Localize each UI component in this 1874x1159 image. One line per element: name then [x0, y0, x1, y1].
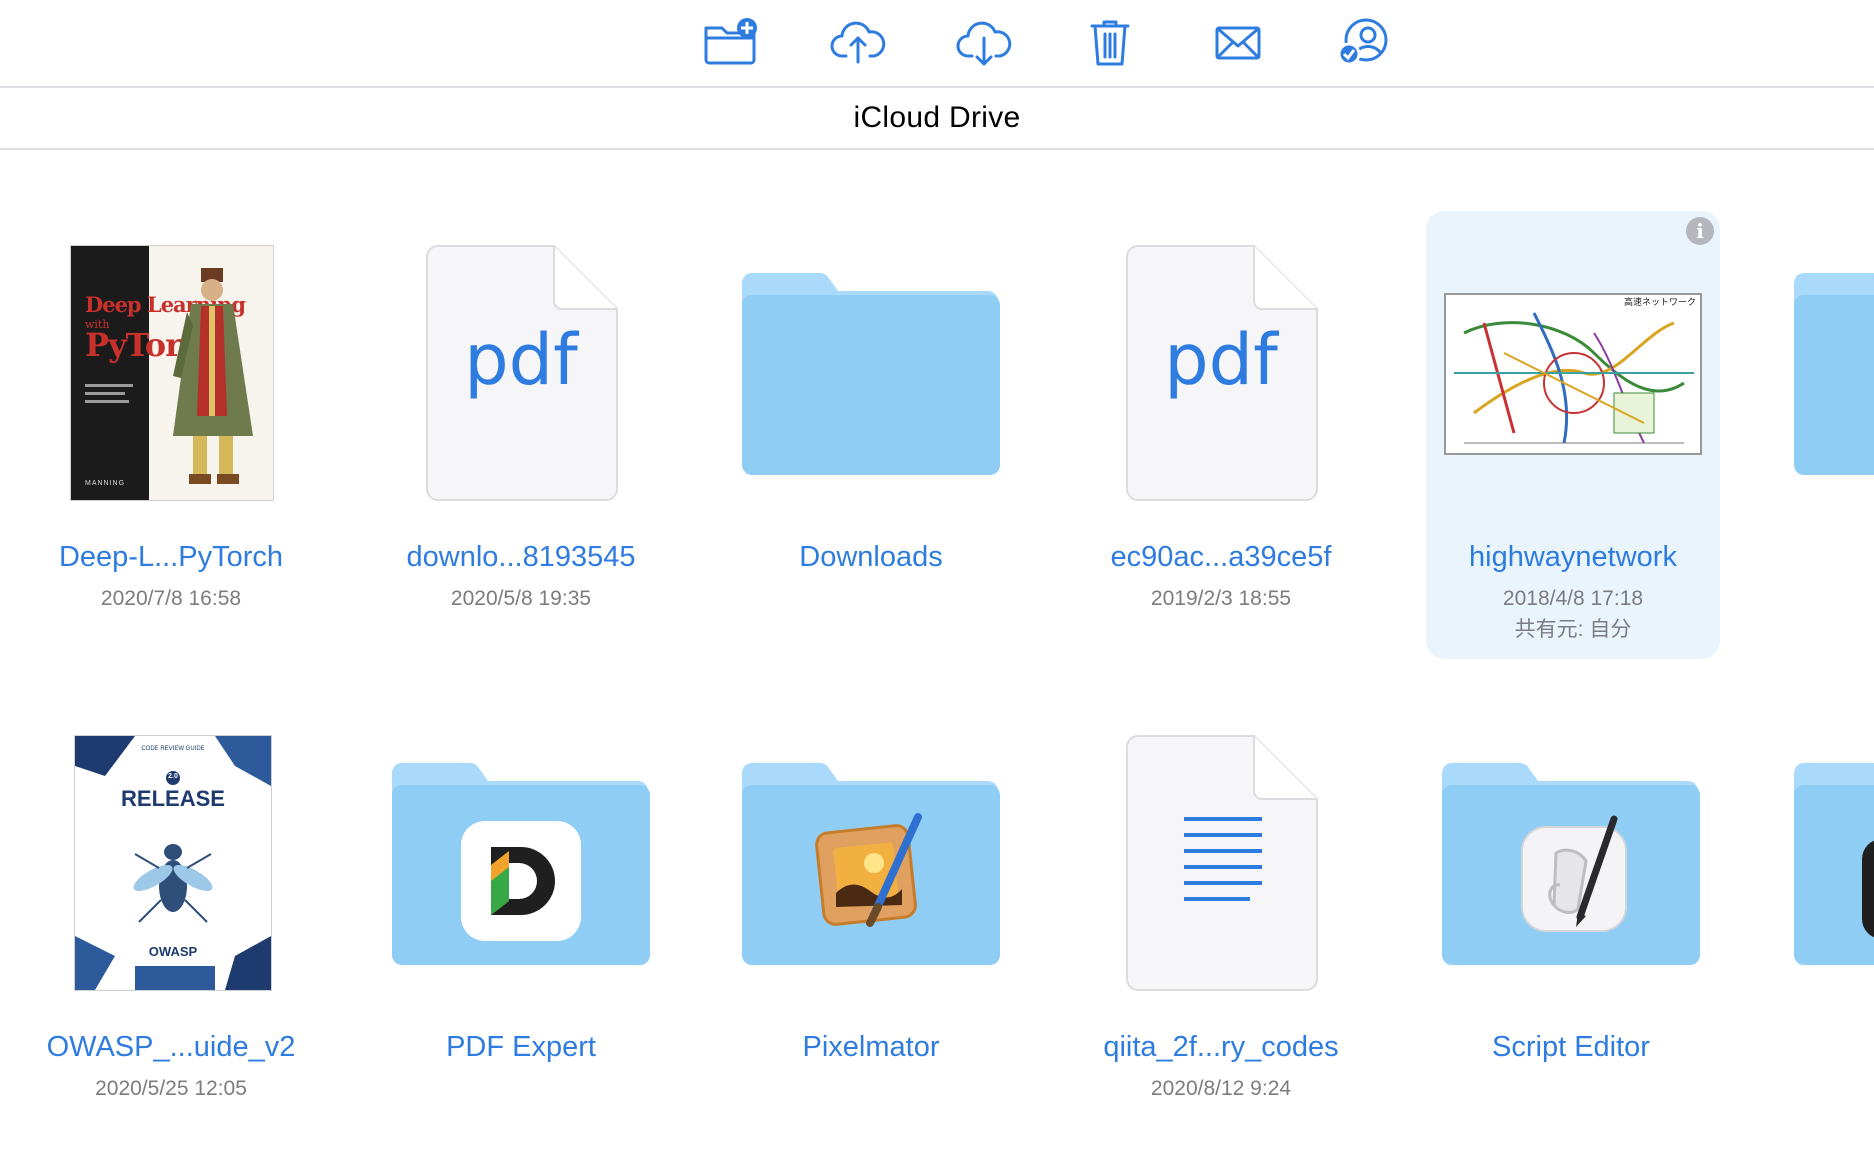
location-title-bar: iCloud Drive	[0, 88, 1874, 150]
toolbar	[0, 0, 1874, 88]
release-cover: CODE REVIEW GUIDE 2.0 RELEASE OWASP	[74, 735, 272, 991]
file-name: highwaynetwork	[1469, 541, 1677, 573]
file-date: 2018/4/8 17:18	[1502, 587, 1644, 610]
file-thumbnail: 高速ネットワーク	[1426, 229, 1716, 529]
new-folder-icon[interactable]	[700, 14, 760, 70]
figure-illustration	[173, 268, 253, 484]
page-title: iCloud Drive	[853, 101, 1021, 134]
file-date: 2020/5/25 12:05	[95, 1077, 247, 1100]
share-person-icon[interactable]	[1334, 14, 1394, 70]
folder-item-pixelmator[interactable]: Pixelmator	[726, 719, 1016, 1159]
pdf-expert-app-icon	[461, 821, 581, 941]
script-editor-app-icon	[1521, 815, 1627, 932]
file-item-pdf-download[interactable]: pdf downlo...8193545 2020/5/8 19:35	[376, 229, 666, 669]
folder-thumbnail	[376, 719, 666, 1019]
file-item-qiita[interactable]: qiita_2f...ry_codes 2020/8/12 9:24	[1076, 719, 1366, 1159]
folder-name: Pixelmator	[802, 1031, 940, 1063]
folder-item-partial[interactable]	[1794, 273, 1874, 475]
file-date: 2019/2/3 18:55	[1150, 587, 1292, 610]
file-item-owasp[interactable]: CODE REVIEW GUIDE 2.0 RELEASE OWASP OWAS…	[26, 719, 316, 1159]
file-thumbnail: pdf	[376, 229, 666, 529]
pdf-badge: pdf	[464, 319, 578, 401]
file-name: OWASP_...uide_v2	[46, 1031, 296, 1063]
highway-map-image: 高速ネットワーク	[1444, 293, 1702, 455]
folder-thumbnail	[1426, 719, 1716, 1019]
book-cover: Deep Learning with PyTorch MANNING	[70, 245, 274, 501]
folder-thumbnail	[726, 719, 1016, 1019]
file-name: downlo...8193545	[406, 541, 636, 573]
folder-item-script-editor[interactable]: Script Editor	[1426, 719, 1716, 1159]
pixelmator-app-icon	[815, 813, 922, 927]
file-name: ec90ac...a39ce5f	[1110, 541, 1332, 573]
download-icon[interactable]	[954, 14, 1014, 70]
folder-name: PDF Expert	[446, 1031, 596, 1063]
file-date: 2020/7/8 16:58	[100, 587, 242, 610]
text-document-icon	[1126, 735, 1318, 991]
folder-thumbnail	[726, 229, 1016, 529]
file-date: 2020/5/8 19:35	[450, 587, 592, 610]
folder-item-downloads[interactable]: Downloads	[726, 229, 1016, 669]
folder-name: Script Editor	[1492, 1031, 1650, 1063]
folder-name: Downloads	[799, 541, 943, 573]
upload-icon[interactable]	[828, 14, 888, 70]
file-item-deep-learning[interactable]: Deep Learning with PyTorch MANNING Deep-…	[26, 229, 316, 669]
folder-icon	[742, 273, 1000, 475]
folder-item-partial-2[interactable]	[1794, 763, 1874, 965]
file-item-pdf-ec90ac[interactable]: pdf ec90ac...a39ce5f 2019/2/3 18:55	[1076, 229, 1366, 669]
file-thumbnail: CODE REVIEW GUIDE 2.0 RELEASE OWASP	[26, 719, 316, 1019]
trash-icon[interactable]	[1080, 14, 1140, 70]
file-name: Deep-L...PyTorch	[58, 541, 284, 573]
shared-owner: 共有元: 自分	[1514, 618, 1632, 641]
mail-icon[interactable]	[1208, 14, 1268, 70]
svg-text:高速ネットワーク: 高速ネットワーク	[1624, 296, 1696, 308]
file-date: 2020/8/12 9:24	[1150, 1077, 1292, 1100]
file-name: qiita_2f...ry_codes	[1103, 1031, 1339, 1063]
file-thumbnail: Deep Learning with PyTorch MANNING	[26, 229, 316, 529]
pdf-badge: pdf	[1164, 319, 1278, 401]
folder-item-pdf-expert[interactable]: PDF Expert	[376, 719, 666, 1159]
file-thumbnail: pdf	[1076, 229, 1366, 529]
folder-icon	[1794, 763, 1874, 965]
folder-icon	[1794, 273, 1874, 475]
file-item-highwaynetwork[interactable]: i 高速ネットワーク highwaynetwork 2018/4/8 17:18…	[1426, 211, 1720, 659]
file-thumbnail	[1076, 719, 1366, 1019]
